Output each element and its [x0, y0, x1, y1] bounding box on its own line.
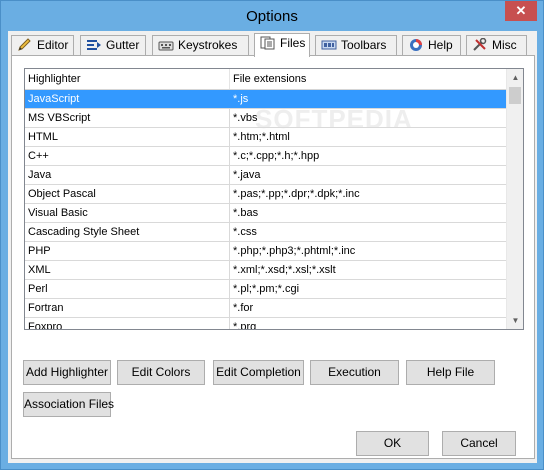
association-files-button[interactable]: Association Files [23, 392, 114, 417]
help-icon [408, 38, 424, 52]
extensions-cell: *.xml;*.xsd;*.xsl;*.xslt [233, 264, 336, 276]
highlighter-cell: PHP [25, 242, 230, 260]
scroll-up-icon[interactable]: ▲ [507, 69, 523, 86]
column-header-highlighter[interactable]: Highlighter [25, 69, 230, 89]
files-tab-page: Highlighter File extensions SOFTPEDIA Ja… [11, 55, 535, 459]
tab-help-label: Help [428, 38, 453, 52]
keyboard-icon [158, 38, 174, 52]
table-row[interactable]: Cascading Style Sheet *.css [25, 223, 506, 242]
list-header: Highlighter File extensions [25, 69, 506, 90]
scroll-down-icon[interactable]: ▼ [507, 312, 523, 329]
highlighter-cell: Foxpro [25, 318, 230, 329]
tab-keystrokes[interactable]: Keystrokes [152, 35, 249, 56]
tab-toolbars[interactable]: Toolbars [315, 35, 397, 56]
extensions-cell: *.c;*.cpp;*.h;*.hpp [233, 150, 320, 162]
highlighter-cell: C++ [25, 147, 230, 165]
dialog-client: Editor Gutter Keystrokes Files Toolbars … [8, 31, 537, 463]
table-row[interactable]: Fortran *.for [25, 299, 506, 318]
files-icon [260, 36, 276, 50]
extensions-cell: *.for [233, 302, 254, 314]
table-row[interactable]: Java *.java [25, 166, 506, 185]
gutter-icon [86, 38, 102, 52]
extensions-cell: *.pas;*.pp;*.dpr;*.dpk;*.inc [233, 188, 360, 200]
table-row[interactable]: JavaScript *.js [25, 90, 506, 109]
table-row[interactable]: MS VBScript *.vbs [25, 109, 506, 128]
column-header-file-extensions[interactable]: File extensions [230, 69, 506, 89]
extensions-cell: *.htm;*.html [233, 131, 290, 143]
extensions-cell: *.bas [233, 207, 259, 219]
tab-misc-label: Misc [492, 38, 517, 52]
tab-gutter-label: Gutter [106, 38, 140, 52]
table-row[interactable]: HTML *.htm;*.html [25, 128, 506, 147]
highlighter-cell: MS VBScript [25, 109, 230, 127]
table-row[interactable]: Foxpro *.prg [25, 318, 506, 330]
edit-colors-button[interactable]: Edit Colors [117, 360, 205, 385]
highlighter-cell: Perl [25, 280, 230, 298]
tab-editor[interactable]: Editor [11, 35, 74, 56]
tools-icon [472, 37, 488, 52]
table-row[interactable]: Perl *.pl;*.pm;*.cgi [25, 280, 506, 299]
table-row[interactable]: XML *.xml;*.xsd;*.xsl;*.xslt [25, 261, 506, 280]
extensions-cell: *.js [233, 93, 249, 105]
highlighter-cell: Object Pascal [25, 185, 230, 203]
table-row[interactable]: C++ *.c;*.cpp;*.h;*.hpp [25, 147, 506, 166]
tab-help[interactable]: Help [402, 35, 461, 56]
highlighter-cell: JavaScript [25, 90, 230, 108]
close-icon: ✕ [515, 3, 527, 18]
tab-bar: Editor Gutter Keystrokes Files Toolbars … [11, 33, 535, 57]
toolbar-icon [321, 38, 337, 52]
table-row[interactable]: PHP *.php;*.php3;*.phtml;*.inc [25, 242, 506, 261]
ok-button[interactable]: OK [356, 431, 429, 456]
extensions-cell: *.prg [233, 321, 257, 330]
list-rows: JavaScript *.js MS VBScript *.vbs HTML *.ht… [25, 90, 506, 330]
execution-button[interactable]: Execution [310, 360, 399, 385]
add-highlighter-button[interactable]: Add Highlighter [23, 360, 111, 385]
highlighter-cell: HTML [25, 128, 230, 146]
extensions-cell: *.vbs [233, 112, 258, 124]
highlighter-list[interactable]: Highlighter File extensions SOFTPEDIA Ja… [24, 68, 524, 330]
tab-editor-label: Editor [37, 38, 69, 52]
tab-misc[interactable]: Misc [466, 35, 527, 56]
highlighter-cell: Visual Basic [25, 204, 230, 222]
options-dialog: Options ✕ Editor Gutter Keystrokes Files… [0, 0, 544, 470]
highlighter-cell: Cascading Style Sheet [25, 223, 230, 241]
highlighter-cell: XML [25, 261, 230, 279]
table-row[interactable]: Object Pascal *.pas;*.pp;*.dpr;*.dpk;*.in… [25, 185, 506, 204]
pencil-icon [17, 38, 33, 52]
extensions-cell: *.pl;*.pm;*.cgi [233, 283, 300, 295]
scrollbar-thumb[interactable] [509, 87, 521, 104]
table-row[interactable]: Visual Basic *.bas [25, 204, 506, 223]
vertical-scrollbar[interactable]: ▲ ▼ [506, 69, 523, 329]
cancel-button[interactable]: Cancel [442, 431, 516, 456]
extensions-cell: *.java [233, 169, 261, 181]
extensions-cell: *.php;*.php3;*.phtml;*.inc [233, 245, 356, 257]
help-file-button[interactable]: Help File [406, 360, 495, 385]
window-title: Options [246, 8, 298, 25]
edit-completion-button[interactable]: Edit Completion [213, 360, 304, 385]
tab-toolbars-label: Toolbars [341, 38, 387, 52]
title-bar[interactable]: Options ✕ [1, 1, 543, 31]
tab-gutter[interactable]: Gutter [80, 35, 146, 56]
tab-keystrokes-label: Keystrokes [178, 38, 238, 52]
highlighter-cell: Fortran [25, 299, 230, 317]
highlighter-cell: Java [25, 166, 230, 184]
tab-files-label: Files [280, 36, 306, 50]
close-button[interactable]: ✕ [505, 1, 537, 21]
tab-files[interactable]: Files [254, 33, 310, 57]
extensions-cell: *.css [233, 226, 257, 238]
